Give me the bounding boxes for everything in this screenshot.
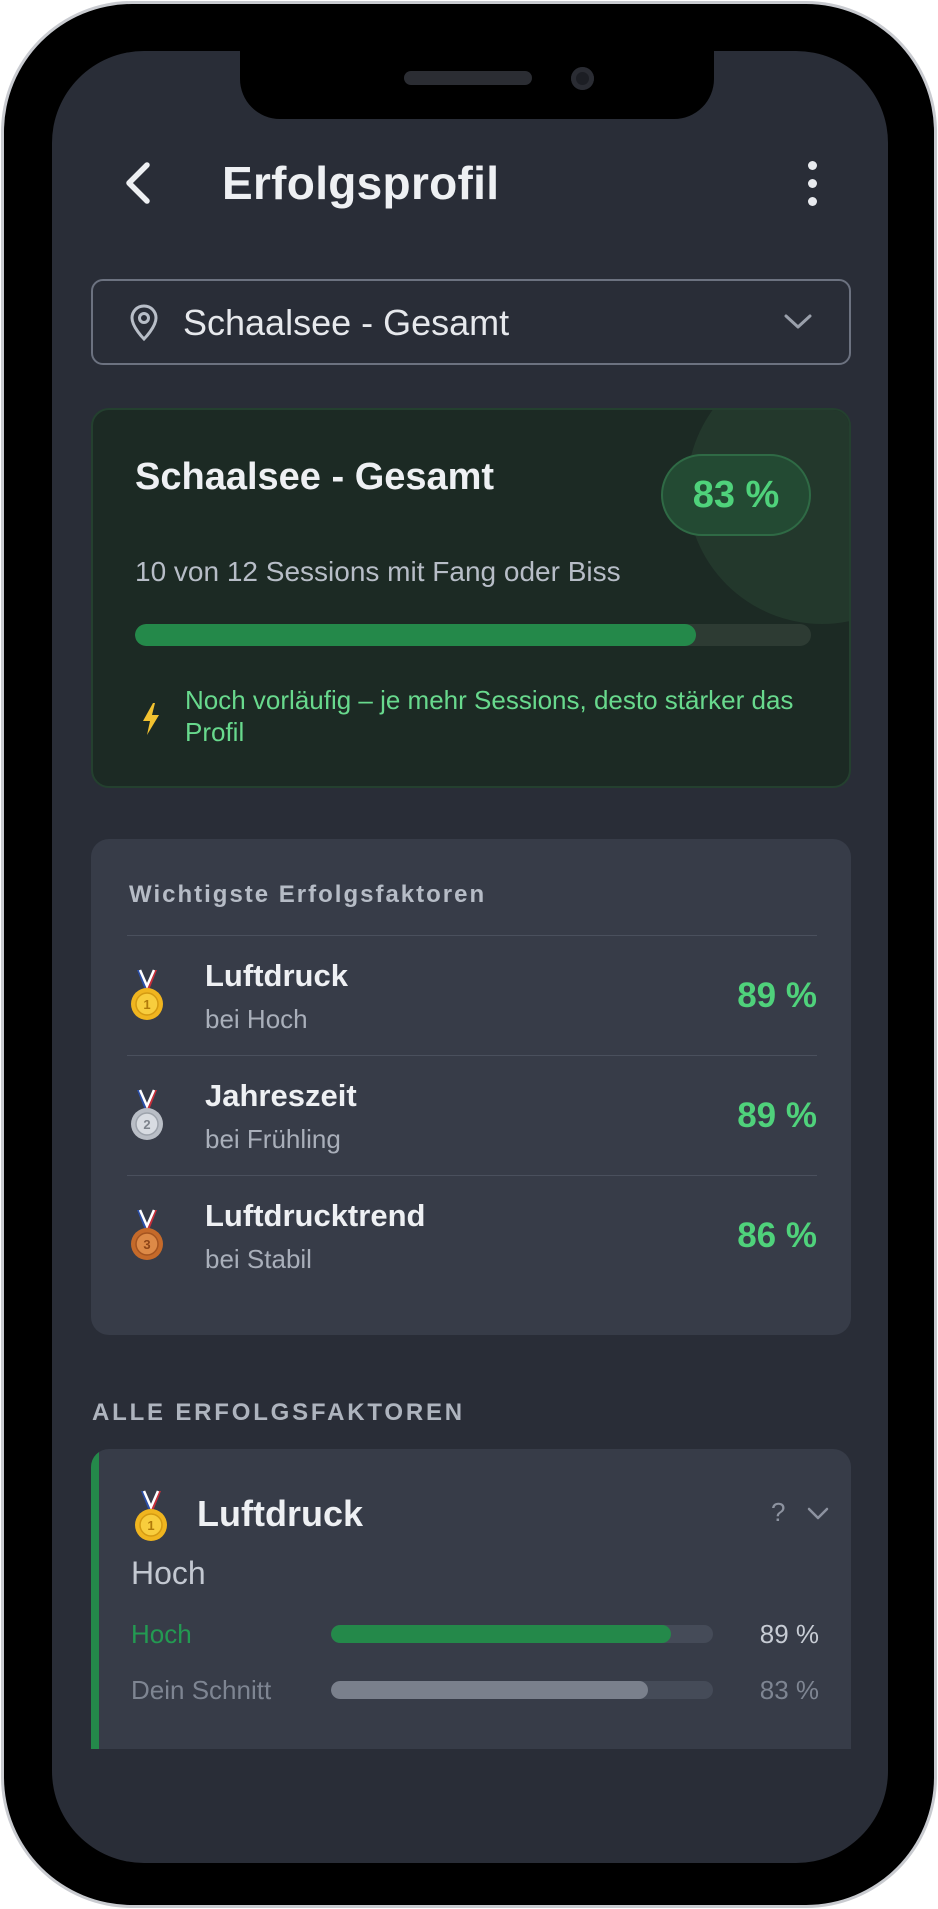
summary-title: Schaalsee - Gesamt — [135, 456, 495, 498]
card-accent-bar — [91, 1449, 99, 1749]
preliminary-note: Noch vorläufig – je mehr Sessions, desto… — [185, 685, 794, 747]
factor-detail-card[interactable]: 1 Luftdruck ? Hoch Hoch 89 % Dein Schnit… — [91, 1449, 851, 1749]
gold-medal-icon: 1 — [131, 969, 163, 1020]
factor-condition: bei Hoch — [205, 1004, 308, 1034]
comparison-bar-fill — [331, 1625, 671, 1643]
comparison-label: Dein Schnitt — [131, 1675, 272, 1705]
top-factors-card: Wichtigste Erfolgsfaktoren 1 Luftdruck b… — [91, 839, 851, 1335]
more-options-button[interactable] — [792, 151, 832, 215]
factor-name: Luftdruck — [205, 958, 348, 993]
silver-medal-icon: 2 — [131, 1089, 163, 1140]
help-button[interactable]: ? — [771, 1497, 785, 1528]
svg-text:1: 1 — [143, 997, 150, 1012]
chevron-left-icon — [126, 162, 150, 204]
sessions-text: 10 von 12 Sessions mit Fang oder Biss — [135, 556, 621, 587]
factor-row[interactable]: 2 Jahreszeit bei Frühling 89 % — [127, 1055, 817, 1176]
lightning-icon — [143, 703, 159, 735]
success-rate-badge: 83 % — [661, 454, 811, 536]
factor-condition: bei Stabil — [205, 1244, 312, 1274]
factor-percent: 86 % — [737, 1216, 817, 1255]
factor-row[interactable]: 3 Luftdrucktrend bei Stabil 86 % — [127, 1175, 817, 1296]
gold-medal-icon: 1 — [135, 1490, 167, 1541]
svg-text:1: 1 — [147, 1518, 154, 1533]
factor-condition: bei Frühling — [205, 1124, 341, 1154]
factor-name: Jahreszeit — [205, 1078, 357, 1113]
success-progress-fill — [135, 624, 697, 646]
svg-text:3: 3 — [143, 1237, 150, 1252]
dot-icon — [807, 196, 817, 206]
factor-row[interactable]: 1 Luftdruck bei Hoch 89 % — [127, 935, 817, 1056]
success-progress-bar — [135, 624, 811, 646]
location-select-value: Schaalsee - Gesamt — [183, 302, 510, 343]
success-summary-card: Schaalsee - Gesamt 83 % 10 von 12 Sessio… — [91, 408, 851, 788]
factor-name: Luftdrucktrend — [205, 1198, 426, 1233]
factor-value: Hoch — [131, 1555, 206, 1591]
factor-percent: 89 % — [737, 1096, 817, 1135]
page-title: Erfolgsprofil — [222, 157, 500, 209]
comparison-percent: 83 % — [759, 1675, 819, 1705]
top-factors-heading: Wichtigste Erfolgsfaktoren — [129, 881, 487, 908]
app-screen: Erfolgsprofil Schaalsee - Gesamt Schaals… — [52, 51, 888, 1863]
comparison-bar — [331, 1625, 713, 1643]
phone-frame: Erfolgsprofil Schaalsee - Gesamt Schaals… — [4, 4, 934, 1905]
bronze-medal-icon: 3 — [131, 1209, 163, 1260]
location-select[interactable]: Schaalsee - Gesamt — [91, 279, 851, 365]
chevron-down-icon — [784, 314, 812, 329]
notch — [240, 51, 714, 119]
comparison-bar-fill — [331, 1681, 649, 1699]
all-factors-heading: ALLE ERFOLGSFAKTOREN — [92, 1399, 465, 1426]
factor-percent: 89 % — [737, 976, 817, 1015]
comparison-percent: 89 % — [759, 1619, 819, 1649]
comparison-bar — [331, 1681, 713, 1699]
dot-icon — [807, 178, 817, 188]
svg-text:2: 2 — [143, 1117, 150, 1132]
factor-name: Luftdruck — [197, 1493, 363, 1534]
comparison-label: Hoch — [131, 1619, 192, 1649]
chevron-down-icon[interactable] — [807, 1507, 829, 1521]
location-pin-icon — [130, 304, 158, 342]
dot-icon — [807, 160, 817, 170]
speaker — [404, 71, 532, 85]
back-button[interactable] — [118, 153, 158, 213]
front-camera — [571, 67, 594, 90]
